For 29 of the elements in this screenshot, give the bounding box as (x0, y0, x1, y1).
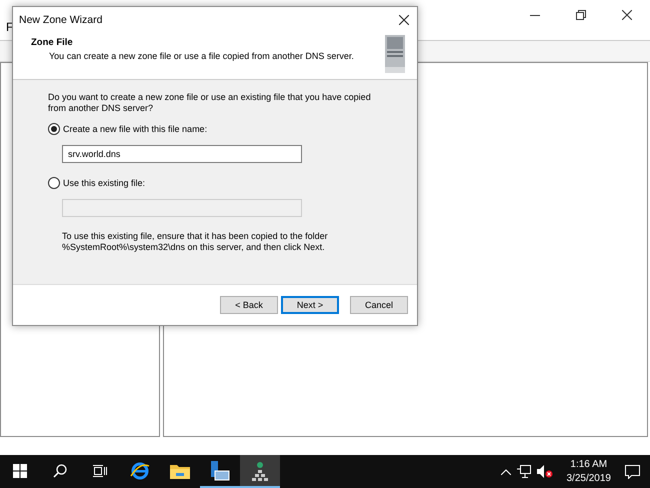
restore-icon (576, 10, 586, 20)
note-text: To use this existing file, ensure that it has been copied to the folder %SystemRoot%\system32\dns on this server, and then click Next. (62, 231, 329, 253)
taskbar-app-button[interactable] (240, 455, 280, 488)
close-icon (622, 10, 632, 20)
server-manager-icon (209, 460, 231, 482)
close-icon[interactable] (399, 15, 409, 25)
notification-icon[interactable] (625, 464, 640, 478)
option-label: Create a new file with this file name: (63, 124, 208, 134)
wizard-button[interactable]: Next > (281, 296, 339, 314)
radio-button[interactable] (48, 123, 60, 135)
task-view-icon (93, 464, 107, 476)
minimize-icon (530, 14, 540, 16)
page-heading: Zone File (31, 37, 74, 48)
muted-volume-icon[interactable] (536, 465, 552, 478)
network-tree-icon (250, 460, 270, 480)
option-label: Use this existing file: (63, 178, 146, 188)
clock[interactable]: 1:16 AM 3/25/2019 (566, 458, 611, 486)
caret-icon[interactable] (500, 468, 510, 474)
network-icon[interactable] (516, 465, 530, 478)
search-icon (53, 464, 67, 478)
file-name-field[interactable]: srv.world.dns (62, 145, 302, 163)
question-text: Do you want to create a new zone file or use an existing file that you have copied from another DNS server? (48, 92, 372, 114)
browser-icon (129, 460, 151, 482)
wizard-button[interactable]: Cancel (350, 296, 408, 314)
wizard-button[interactable]: < Back (220, 296, 278, 314)
page-subtitle: You can create a new zone file or use a file copied from another DNS server. (48, 51, 354, 61)
windows-logo-icon (13, 464, 27, 478)
dialog-title: New Zone Wizard (19, 14, 102, 26)
radio-button[interactable] (48, 177, 60, 189)
